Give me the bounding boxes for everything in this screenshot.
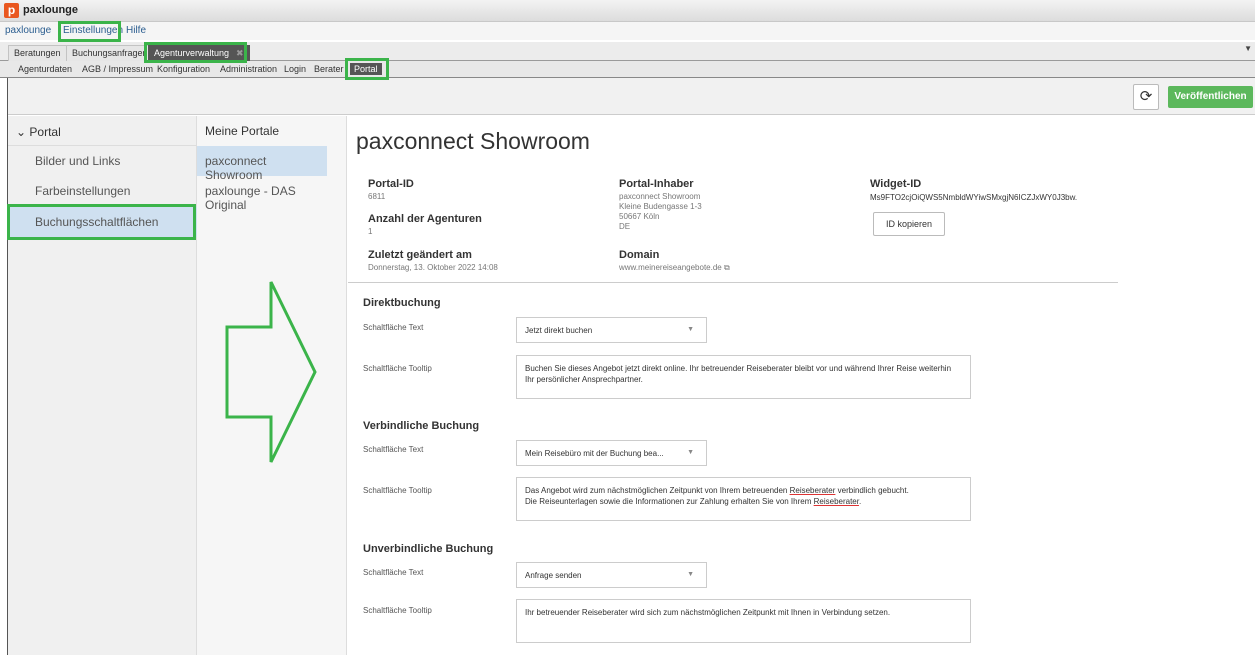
select-value: Anfrage senden <box>525 571 582 580</box>
chevron-down-icon[interactable]: ▼ <box>1244 44 1252 53</box>
tab-buchungsanfragen[interactable]: Buchungsanfragen <box>66 45 154 61</box>
portal-item-das-original[interactable]: paxlounge - DAS Original <box>197 176 327 212</box>
refresh-button[interactable]: ⟳ <box>1133 84 1159 110</box>
tooltip-text: verbindlich gebucht. <box>835 486 909 495</box>
tab-agenturverwaltung[interactable]: Agenturverwaltung ✖ <box>148 45 250 61</box>
tab-administration[interactable]: Administration <box>216 63 281 75</box>
owner-label: Portal-Inhaber <box>619 178 694 190</box>
arrow-right-icon <box>225 281 317 463</box>
menu-einstellungen[interactable]: Einstellungen <box>61 24 125 37</box>
select-value: Mein Reisebüro mit der Buchung bea... <box>525 449 664 458</box>
sidebar: ⌄ Portal Bilder und Links Farbeinstellun… <box>8 116 197 655</box>
close-icon[interactable]: ✖ <box>236 48 244 58</box>
portal-id-value: 6811 <box>368 192 386 201</box>
agencies-value: 1 <box>368 227 373 236</box>
button-text-label: Schaltfläche Text <box>363 568 424 577</box>
tab-agenturverwaltung-label: Agenturverwaltung <box>154 48 230 58</box>
button-text-label: Schaltfläche Text <box>363 445 424 454</box>
toolbar: ⟳ Veröffentlichen <box>8 78 1255 115</box>
domain-value: www.meinereiseangebote.de <box>619 263 722 272</box>
button-tooltip-textarea[interactable]: Buchen Sie dieses Angebot jetzt direkt o… <box>516 355 971 399</box>
button-tooltip-label: Schaltfläche Tooltip <box>363 486 432 495</box>
changed-value: Donnerstag, 13. Oktober 2022 14:08 <box>368 263 498 272</box>
sidebar-header-label: Portal <box>29 125 61 139</box>
owner-line: paxconnect Showroom <box>619 192 701 201</box>
section-title-unverbindliche-buchung: Unverbindliche Buchung <box>363 543 494 555</box>
publish-button[interactable]: Veröffentlichen <box>1168 86 1253 108</box>
tooltip-text: Die Reiseunterlagen sowie die Informatio… <box>525 497 814 506</box>
button-tooltip-label: Schaltfläche Tooltip <box>363 364 432 373</box>
tab-agb-impressum[interactable]: AGB / Impressum <box>78 63 157 75</box>
button-text-select[interactable]: Anfrage senden ▼ <box>516 562 707 588</box>
main-panel: ⟳ Veröffentlichen ⌄ Portal Bilder und Li… <box>7 78 1255 655</box>
tooltip-text: . <box>858 497 862 506</box>
divider <box>348 282 1118 283</box>
changed-label: Zuletzt geändert am <box>368 249 472 261</box>
tab-berater[interactable]: Berater <box>310 63 348 75</box>
chevron-down-icon: ▼ <box>687 449 694 456</box>
refresh-icon: ⟳ <box>1139 88 1153 105</box>
app-title: paxlounge <box>23 4 79 16</box>
domain-label: Domain <box>619 249 660 261</box>
sidebar-item-buchungsschaltflaechen[interactable]: Buchungsschaltflächen <box>8 207 197 237</box>
tab-login[interactable]: Login <box>280 63 310 75</box>
agencies-label: Anzahl der Agenturen <box>368 213 482 225</box>
widget-id-label: Widget-ID <box>870 178 922 190</box>
domain-link[interactable]: www.meinereiseangebote.de ⧉ <box>619 263 730 273</box>
main-tab-bar: Beratungen Buchungsanfragen Agenturverwa… <box>0 42 1255 61</box>
title-bar: p paxlounge <box>0 0 1255 22</box>
sidebar-header[interactable]: ⌄ Portal <box>8 116 197 146</box>
sidebar-item-bilder-und-links[interactable]: Bilder und Links <box>8 146 197 176</box>
button-text-label: Schaltfläche Text <box>363 323 424 332</box>
chevron-down-icon: ▼ <box>687 571 694 578</box>
sidebar-item-farbeinstellungen[interactable]: Farbeinstellungen <box>8 176 197 206</box>
app-logo-icon: p <box>4 3 19 18</box>
menu-paxlounge[interactable]: paxlounge <box>3 24 53 37</box>
owner-line: DE <box>619 222 631 231</box>
section-title-direktbuchung: Direktbuchung <box>363 297 441 309</box>
owner-line: 50667 Köln <box>619 212 660 221</box>
tooltip-text: Das Angebot wird zum nächstmöglichen Zei… <box>525 486 790 495</box>
button-tooltip-label: Schaltfläche Tooltip <box>363 606 432 615</box>
copy-id-button[interactable]: ID kopieren <box>873 212 945 236</box>
portal-id-label: Portal-ID <box>368 178 414 190</box>
select-value: Jetzt direkt buchen <box>525 326 593 335</box>
external-link-icon: ⧉ <box>723 263 730 272</box>
button-text-select[interactable]: Mein Reisebüro mit der Buchung bea... ▼ <box>516 440 707 466</box>
portal-detail: paxconnect Showroom Portal-ID 6811 Anzah… <box>348 116 1255 655</box>
tooltip-text: Reiseberater <box>813 497 859 506</box>
chevron-down-icon: ▼ <box>687 326 694 333</box>
widget-id-value: Ms9FTO2cjOiQWS5NmbldWYiwSMxgjN6ICZJxWY0J… <box>870 193 1078 202</box>
tab-portal[interactable]: Portal <box>350 63 382 75</box>
button-text-select[interactable]: Jetzt direkt buchen ▼ <box>516 317 707 343</box>
tab-konfiguration[interactable]: Konfiguration <box>153 63 214 75</box>
tab-beratungen[interactable]: Beratungen <box>8 45 67 61</box>
section-title-verbindliche-buchung: Verbindliche Buchung <box>363 420 480 432</box>
owner-line: Kleine Budengasse 1-3 <box>619 202 702 211</box>
menu-hilfe[interactable]: Hilfe <box>124 24 148 37</box>
page-title: paxconnect Showroom <box>356 128 590 154</box>
portal-item-showroom[interactable]: paxconnect Showroom <box>197 146 327 182</box>
menu-bar: paxlounge Einstellungen Hilfe <box>0 22 1255 40</box>
portal-list-header: Meine Portale <box>205 124 280 138</box>
tooltip-text: Reiseberater <box>789 486 836 495</box>
sub-tab-bar: Agenturdaten AGB / Impressum Konfigurati… <box>0 61 1255 78</box>
button-tooltip-textarea[interactable]: Ihr betreuender Reiseberater wird sich z… <box>516 599 971 643</box>
button-tooltip-textarea[interactable]: Das Angebot wird zum nächstmöglichen Zei… <box>516 477 971 521</box>
chevron-down-icon: ⌄ <box>16 125 27 139</box>
tab-agenturdaten[interactable]: Agenturdaten <box>14 63 76 75</box>
